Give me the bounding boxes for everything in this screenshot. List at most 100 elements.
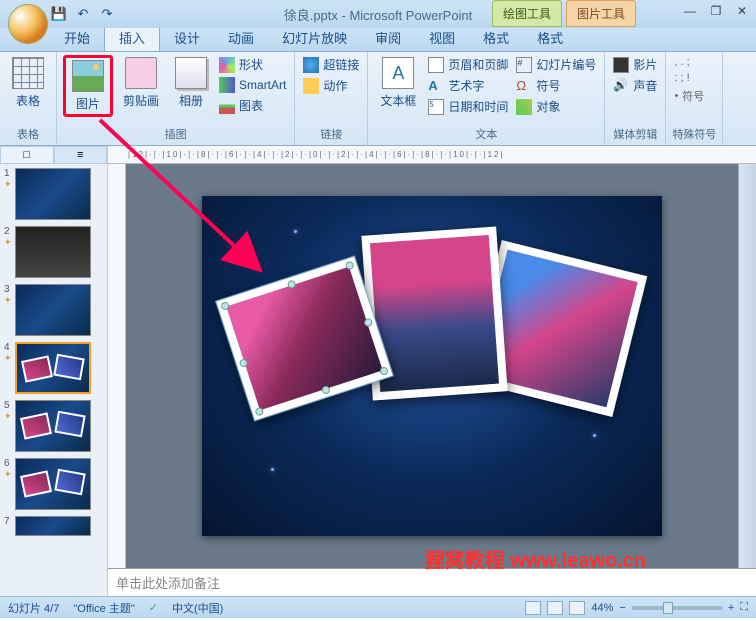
status-bar: 幻灯片 4/7 "Office 主题" ✓ 中文(中国) 44% − + ⛶ <box>0 596 756 618</box>
slide-thumbnail-pane: □ ≡ 1✦ 2✦ 3✦ 4✦ 5✦ 6✦ 7 <box>0 146 108 596</box>
slides-tab[interactable]: □ <box>0 146 54 164</box>
insert-picture-button[interactable]: 图片 <box>63 55 113 117</box>
special-symbols-button[interactable]: • 符号 <box>672 87 706 105</box>
close-button[interactable]: ✕ <box>732 2 752 20</box>
redo-button[interactable]: ↷ <box>96 3 118 25</box>
thumb-5[interactable]: 5✦ <box>4 400 103 452</box>
sound-button[interactable]: 🔊声音 <box>611 76 659 95</box>
slide-canvas[interactable] <box>126 164 738 568</box>
tab-format-picture[interactable]: 格式 <box>523 24 577 51</box>
tab-animations[interactable]: 动画 <box>214 24 268 51</box>
hyperlink-button[interactable]: 超链接 <box>301 55 361 74</box>
clipart-icon <box>125 57 157 89</box>
thumb-3[interactable]: 3✦ <box>4 284 103 336</box>
insert-shapes-button[interactable]: 形状 <box>217 55 288 74</box>
textbox-label: 文本框 <box>380 92 416 109</box>
textbox-button[interactable]: A 文本框 <box>374 55 422 111</box>
outline-tab[interactable]: ≡ <box>54 146 108 164</box>
minimize-button[interactable]: — <box>680 2 700 20</box>
ribbon-tabs: 开始 插入 设计 动画 幻灯片放映 审阅 视图 格式 格式 <box>0 28 756 52</box>
thumb-1[interactable]: 1✦ <box>4 168 103 220</box>
object-icon <box>516 99 532 115</box>
picture-label: 图片 <box>76 95 100 112</box>
thumb-6[interactable]: 6✦ <box>4 458 103 510</box>
thumbnail-list: 1✦ 2✦ 3✦ 4✦ 5✦ 6✦ 7 <box>0 164 107 546</box>
sound-label: 声音 <box>633 77 657 94</box>
vertical-ruler <box>108 164 126 568</box>
thumb-2[interactable]: 2✦ <box>4 226 103 278</box>
hyperlink-icon <box>303 57 319 73</box>
zoom-out-button[interactable]: − <box>619 602 625 614</box>
album-label: 相册 <box>179 92 203 109</box>
insert-smartart-button[interactable]: SmartArt <box>217 76 288 94</box>
symbol-button[interactable]: Ω符号 <box>514 76 598 95</box>
movie-button[interactable]: 影片 <box>611 55 659 74</box>
slide-indicator: 幻灯片 4/7 <box>8 600 59 616</box>
action-button[interactable]: 动作 <box>301 76 361 95</box>
vertical-scrollbar[interactable] <box>738 164 756 568</box>
ribbon: 表格 表格 图片 剪贴画 相册 形状 SmartArt 图表 插 <box>0 52 756 146</box>
current-slide[interactable] <box>202 196 662 536</box>
zoom-value: 44% <box>591 602 613 614</box>
movie-label: 影片 <box>633 56 657 73</box>
thumb-7[interactable]: 7 <box>4 516 103 536</box>
picture-tools-tab-header[interactable]: 图片工具 <box>566 0 636 27</box>
insert-table-button[interactable]: 表格 <box>6 55 50 111</box>
header-footer-button[interactable]: 页眉和页脚 <box>426 55 510 74</box>
tab-review[interactable]: 审阅 <box>361 24 415 51</box>
office-button[interactable] <box>8 4 48 44</box>
contextual-tabs: 绘图工具 图片工具 <box>492 0 636 27</box>
zoom-slider[interactable] <box>632 606 722 610</box>
object-button[interactable]: 对象 <box>514 97 598 116</box>
slide-zone <box>108 164 756 568</box>
special-label: 符号 <box>682 88 704 104</box>
restore-button[interactable]: ❐ <box>706 2 726 20</box>
thumb-4[interactable]: 4✦ <box>4 342 103 394</box>
sorter-view-button[interactable] <box>547 601 563 615</box>
insert-clipart-button[interactable]: 剪贴画 <box>117 55 165 111</box>
clipart-label: 剪贴画 <box>123 92 159 109</box>
spellcheck-icon[interactable]: ✓ <box>149 601 158 614</box>
group-media-label: 媒体剪辑 <box>611 124 659 144</box>
group-links: 超链接 动作 链接 <box>295 52 368 145</box>
action-icon <box>303 78 319 94</box>
normal-view-button[interactable] <box>525 601 541 615</box>
date-icon: 5 <box>428 99 444 115</box>
group-illustrations: 图片 剪贴画 相册 形状 SmartArt 图表 插图 <box>57 52 295 145</box>
slide-number-button[interactable]: #幻灯片编号 <box>514 55 598 74</box>
insert-album-button[interactable]: 相册 <box>169 55 213 111</box>
tab-home[interactable]: 开始 <box>50 24 104 51</box>
insert-chart-button[interactable]: 图表 <box>217 96 288 115</box>
sound-icon: 🔊 <box>613 78 629 94</box>
group-text: A 文本框 页眉和页脚 A艺术字 5日期和时间 #幻灯片编号 Ω符号 对象 文本 <box>368 52 605 145</box>
language-indicator[interactable]: 中文(中国) <box>172 600 223 616</box>
group-tables-label: 表格 <box>6 124 50 144</box>
group-links-label: 链接 <box>301 124 361 144</box>
slideshow-view-button[interactable] <box>569 601 585 615</box>
tab-format-drawing[interactable]: 格式 <box>469 24 523 51</box>
tab-view[interactable]: 视图 <box>415 24 469 51</box>
group-illus-label: 插图 <box>63 124 288 144</box>
undo-button[interactable]: ↶ <box>72 3 94 25</box>
special-colons: : ; ! <box>672 71 706 85</box>
picture-icon <box>72 60 104 92</box>
table-icon <box>12 57 44 89</box>
header-label: 页眉和页脚 <box>448 56 508 73</box>
save-button[interactable]: 💾 <box>48 3 70 25</box>
fit-button[interactable]: ⛶ <box>740 601 748 614</box>
symbol-icon: Ω <box>516 78 532 94</box>
tab-slideshow[interactable]: 幻灯片放映 <box>268 24 361 51</box>
wordart-icon: A <box>428 78 444 94</box>
quick-access-toolbar: 💾 ↶ ↷ <box>48 3 118 25</box>
zoom-in-button[interactable]: + <box>728 602 734 614</box>
smartart-icon <box>219 77 235 93</box>
drawing-tools-tab-header[interactable]: 绘图工具 <box>492 0 562 27</box>
chart-icon <box>219 98 235 114</box>
wordart-button[interactable]: A艺术字 <box>426 76 510 95</box>
action-label: 动作 <box>323 77 347 94</box>
group-special: , . ; : ; ! • 符号 特殊符号 <box>666 52 723 145</box>
smartart-label: SmartArt <box>239 78 286 92</box>
tab-design[interactable]: 设计 <box>160 24 214 51</box>
datetime-button[interactable]: 5日期和时间 <box>426 97 510 116</box>
horizontal-ruler: |12|·|·|10|·|·|8|·|·|6|·|·|4|·|·|2|·|·|0… <box>108 146 756 164</box>
